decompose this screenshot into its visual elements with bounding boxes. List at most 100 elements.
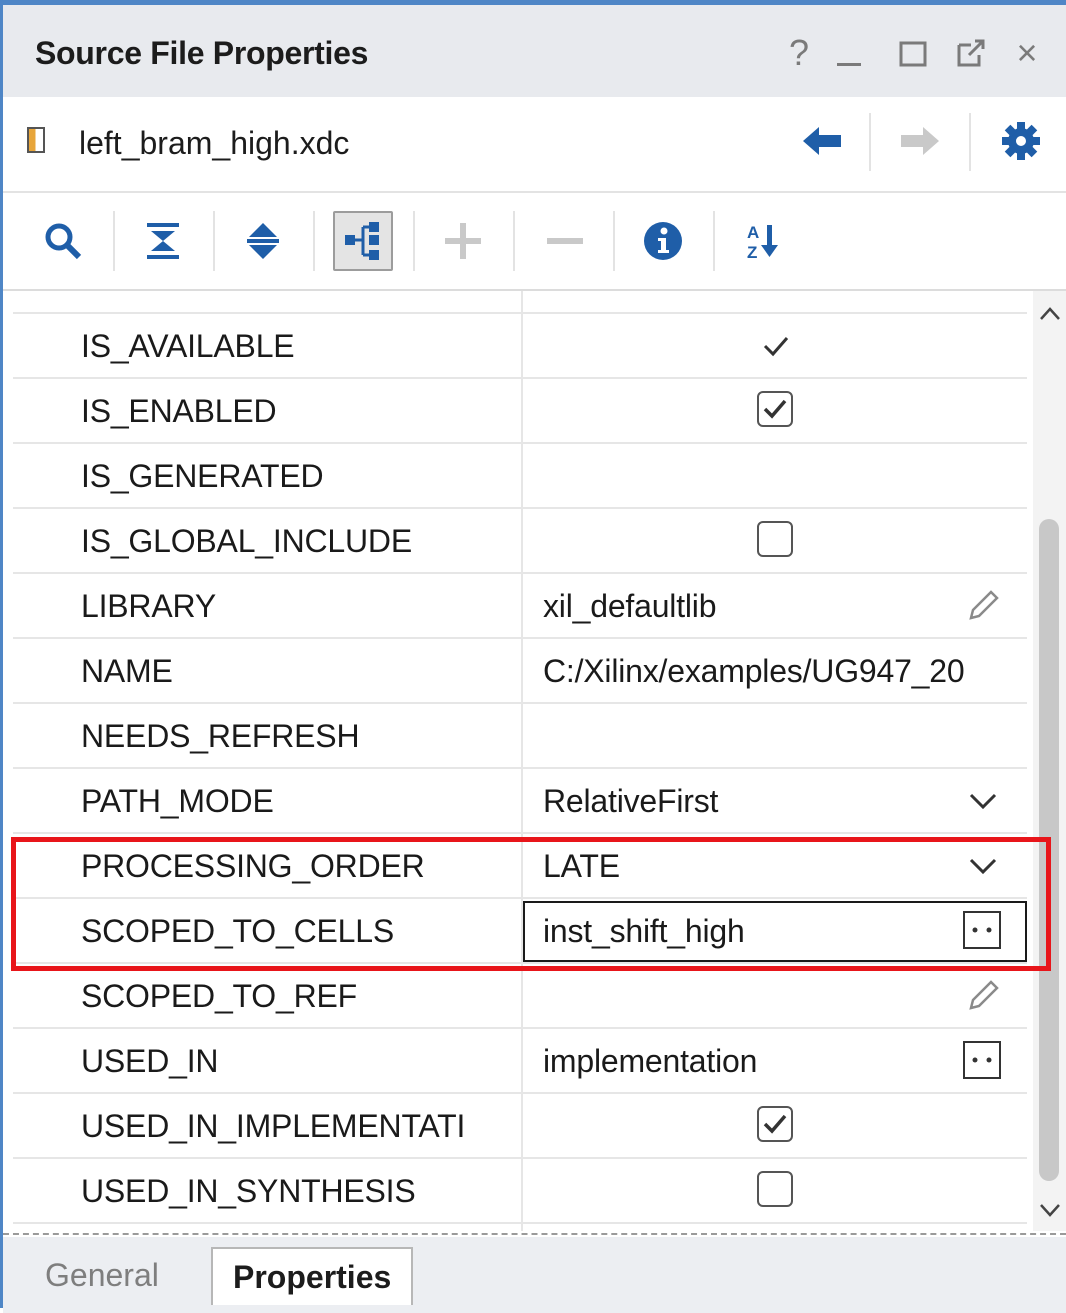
table-row[interactable]: USED_IN implementation <box>13 1029 1027 1094</box>
maximize-icon <box>899 41 927 67</box>
property-name: IS_GENERATED <box>81 458 324 494</box>
table-row[interactable]: USED_IN_IMPLEMENTATI <box>13 1094 1027 1159</box>
help-button[interactable]: ? <box>779 33 819 73</box>
property-name: USED_IN_SYNTHESIS <box>81 1173 416 1209</box>
toolbar-separator <box>413 211 415 271</box>
remove-property-button[interactable] <box>535 211 595 271</box>
file-name: left_bram_high.xdc <box>79 125 350 161</box>
title-bar: Source File Properties ? × <box>3 5 1066 97</box>
ellipsis-icon <box>972 1057 992 1063</box>
properties-toolbar: A Z <box>3 193 1066 291</box>
property-name: NAME <box>81 653 173 689</box>
table-row[interactable]: NAME C:/Xilinx/examples/UG947_20 <box>13 639 1027 704</box>
scrollbar-thumb[interactable] <box>1039 519 1059 1181</box>
property-value[interactable]: inst_shift_high <box>543 913 1005 950</box>
is-enabled-checkbox[interactable] <box>757 391 793 427</box>
close-button[interactable]: × <box>1007 33 1047 73</box>
table-row[interactable]: IS_AVAILABLE <box>13 314 1027 379</box>
browse-ellipsis-button[interactable] <box>963 1041 1001 1079</box>
table-row[interactable]: SCOPED_TO_REF <box>13 964 1027 1029</box>
chevron-down-icon[interactable] <box>963 781 1003 821</box>
back-button[interactable] <box>797 119 849 163</box>
table-row[interactable]: LIBRARY xil_defaultlib <box>13 574 1027 639</box>
minimize-button[interactable] <box>829 33 869 73</box>
expand-all-button[interactable] <box>233 211 293 271</box>
search-button[interactable] <box>33 211 93 271</box>
property-value: LATE <box>543 848 620 884</box>
plus-icon <box>445 223 481 259</box>
toolbar-separator <box>513 211 515 271</box>
sort-button[interactable]: A Z <box>733 211 793 271</box>
pencil-icon[interactable] <box>963 976 1003 1016</box>
property-name: USED_IN <box>81 1043 219 1079</box>
table-row[interactable]: PATH_MODE RelativeFirst <box>13 769 1027 834</box>
property-name: IS_ENABLED <box>81 393 277 429</box>
settings-button[interactable] <box>995 119 1047 163</box>
tab-general[interactable]: General <box>25 1247 179 1303</box>
xdc-file-icon <box>27 127 45 153</box>
property-value: C:/Xilinx/examples/UG947_20 <box>543 653 965 689</box>
tab-divider <box>3 1233 1066 1235</box>
nav-separator <box>969 113 971 171</box>
svg-text:Z: Z <box>747 243 757 262</box>
toolbar-separator <box>113 211 115 271</box>
minimize-icon <box>837 63 861 66</box>
property-name: SCOPED_TO_CELLS <box>81 913 394 949</box>
arrow-left-icon <box>803 127 841 155</box>
info-icon <box>644 222 682 260</box>
group-by-category-button[interactable] <box>333 211 393 271</box>
property-value: xil_defaultlib <box>543 588 717 624</box>
table-row-partial <box>13 291 1027 314</box>
table-row[interactable]: IS_ENABLED <box>13 379 1027 444</box>
search-icon <box>45 223 82 260</box>
source-file-properties-window: Source File Properties ? × left_bram_hig… <box>0 0 1066 1313</box>
property-name: PROCESSING_ORDER <box>81 848 425 884</box>
table-row[interactable]: NEEDS_REFRESH <box>13 704 1027 769</box>
property-value: implementation <box>543 1043 758 1079</box>
float-window-icon <box>957 39 985 67</box>
ellipsis-icon <box>972 927 992 933</box>
property-name: IS_AVAILABLE <box>81 328 295 364</box>
property-value: RelativeFirst <box>543 783 719 819</box>
checkmark-icon <box>763 337 789 357</box>
group-by-category-icon <box>345 222 379 260</box>
gear-icon <box>1002 122 1040 160</box>
sort-az-icon: A Z <box>747 223 778 262</box>
maximize-button[interactable] <box>893 33 933 73</box>
property-name: USED_IN_IMPLEMENTATI <box>81 1108 466 1144</box>
property-name: PATH_MODE <box>81 783 274 819</box>
is-global-include-checkbox[interactable] <box>757 521 793 557</box>
property-name: SCOPED_TO_REF <box>81 978 357 1014</box>
table-row[interactable]: PROCESSING_ORDER LATE <box>13 834 1027 899</box>
float-button[interactable] <box>951 33 991 73</box>
scroll-up-icon[interactable] <box>1037 303 1063 323</box>
pencil-icon[interactable] <box>963 586 1003 626</box>
info-button[interactable] <box>633 211 693 271</box>
chevron-down-icon[interactable] <box>963 846 1003 886</box>
checkmark-icon <box>763 1114 787 1134</box>
property-name: LIBRARY <box>81 588 216 624</box>
window-title: Source File Properties <box>35 35 369 71</box>
property-name: NEEDS_REFRESH <box>81 718 360 754</box>
nav-separator <box>869 113 871 171</box>
properties-table: IS_AVAILABLE IS_ENABLED IS_GENERATED IS_… <box>13 291 1027 1231</box>
browse-ellipsis-button[interactable] <box>963 911 1001 949</box>
table-row[interactable]: IS_GLOBAL_INCLUDE <box>13 509 1027 574</box>
expand-all-icon <box>247 223 279 259</box>
arrow-right-icon <box>901 127 939 155</box>
vertical-scrollbar[interactable] <box>1033 291 1066 1231</box>
collapse-all-icon <box>147 223 179 259</box>
collapse-all-button[interactable] <box>133 211 193 271</box>
used-in-synthesis-checkbox[interactable] <box>757 1171 793 1207</box>
tab-properties[interactable]: Properties <box>211 1247 414 1305</box>
toolbar-separator <box>613 211 615 271</box>
table-row[interactable]: IS_GENERATED <box>13 444 1027 509</box>
table-row[interactable]: SCOPED_TO_CELLS inst_shift_high <box>13 899 1027 964</box>
used-in-implementation-checkbox[interactable] <box>757 1106 793 1142</box>
table-row[interactable]: USED_IN_SYNTHESIS <box>13 1159 1027 1224</box>
forward-button[interactable] <box>893 119 945 163</box>
add-property-button[interactable] <box>433 211 493 271</box>
scroll-down-icon[interactable] <box>1037 1201 1063 1221</box>
toolbar-separator <box>313 211 315 271</box>
toolbar-separator <box>213 211 215 271</box>
